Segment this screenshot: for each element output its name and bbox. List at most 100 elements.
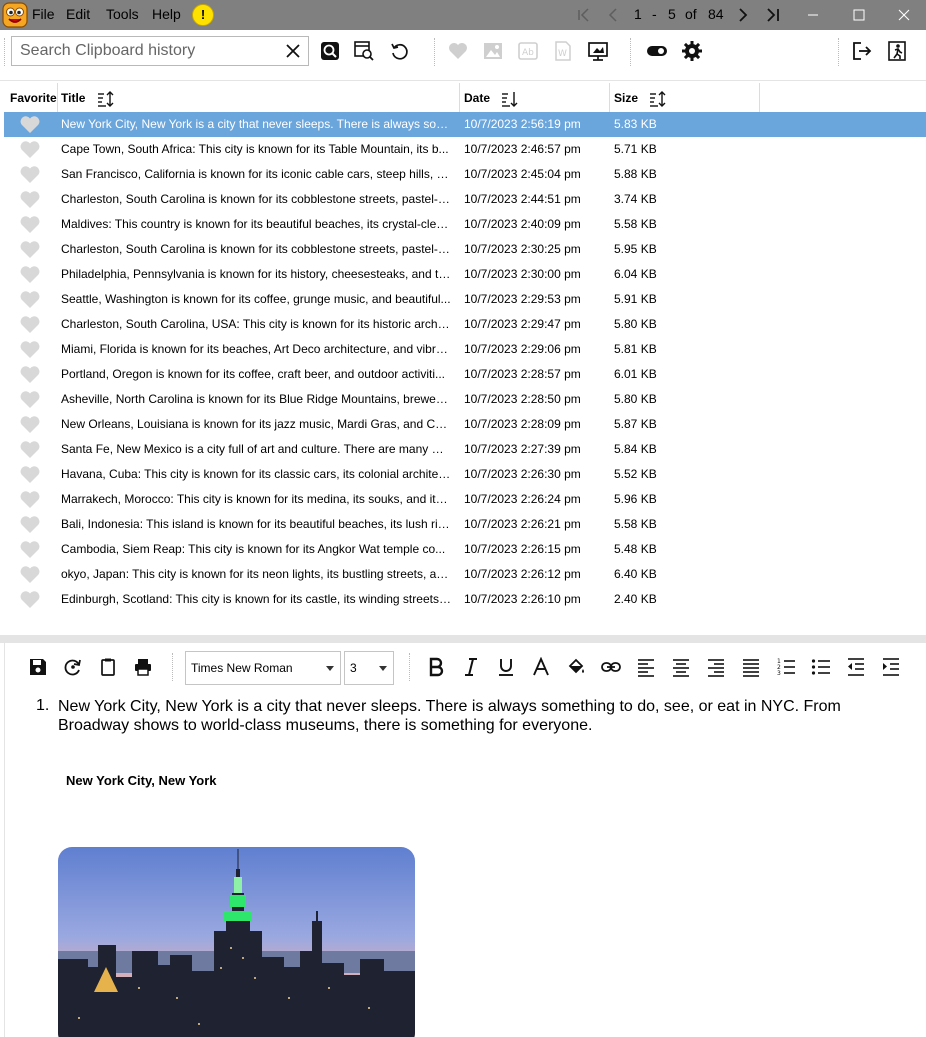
- row-date: 10/7/2023 2:30:25 pm: [464, 242, 581, 256]
- logout-icon[interactable]: [851, 40, 873, 62]
- table-row[interactable]: Charleston, South Carolina, USA: This ci…: [4, 312, 926, 337]
- table-row[interactable]: San Francisco, California is known for i…: [4, 162, 926, 187]
- font-size-select[interactable]: 3: [344, 651, 394, 685]
- column-header-favorite[interactable]: Favorite: [4, 83, 58, 113]
- exit-door-icon[interactable]: [886, 40, 908, 62]
- align-justify-icon[interactable]: [741, 657, 761, 677]
- favorite-heart-icon[interactable]: [19, 165, 41, 184]
- table-row[interactable]: Maldives: This country is known for its …: [4, 212, 926, 237]
- favorite-heart-icon[interactable]: [19, 565, 41, 584]
- favorite-heart-icon[interactable]: [19, 390, 41, 409]
- maximize-icon[interactable]: [836, 0, 882, 30]
- pane-splitter[interactable]: [0, 635, 926, 643]
- table-row[interactable]: Cape Town, South Africa: This city is kn…: [4, 137, 926, 162]
- sort-icon[interactable]: [649, 90, 667, 107]
- sort-descending-icon[interactable]: [501, 91, 519, 107]
- row-size: 5.87 KB: [614, 417, 657, 431]
- print-icon[interactable]: [133, 657, 153, 677]
- favorite-heart-icon[interactable]: [19, 140, 41, 159]
- column-header-title[interactable]: Title: [55, 83, 460, 113]
- table-row[interactable]: okyo, Japan: This city is known for its …: [4, 562, 926, 587]
- outdent-icon[interactable]: [846, 657, 866, 677]
- page-range-start: 1: [634, 6, 642, 22]
- link-icon[interactable]: [601, 657, 621, 677]
- screenshot-icon[interactable]: [587, 40, 609, 62]
- align-center-icon[interactable]: [671, 657, 691, 677]
- menu-tools[interactable]: Tools: [100, 0, 145, 30]
- document-content[interactable]: 1. New York City, New York is a city tha…: [5, 693, 926, 1037]
- reload-icon[interactable]: [63, 657, 83, 677]
- table-row[interactable]: Charleston, South Carolina is known for …: [4, 237, 926, 262]
- table-row[interactable]: Santa Fe, New Mexico is a city full of a…: [4, 437, 926, 462]
- sort-icon[interactable]: [97, 90, 115, 107]
- favorite-heart-icon[interactable]: [19, 465, 41, 484]
- favorite-heart-icon[interactable]: [19, 265, 41, 284]
- bullet-list-icon[interactable]: [811, 657, 831, 677]
- fill-color-icon[interactable]: [566, 657, 586, 677]
- refresh-icon[interactable]: [389, 40, 411, 62]
- first-page-icon[interactable]: [574, 5, 594, 25]
- table-row[interactable]: Charleston, South Carolina is known for …: [4, 187, 926, 212]
- table-row[interactable]: Edinburgh, Scotland: This city is known …: [4, 587, 926, 612]
- image-filter-icon[interactable]: [482, 40, 504, 62]
- text-filter-icon[interactable]: Ab: [517, 40, 539, 62]
- minimize-icon[interactable]: [790, 0, 836, 30]
- toggle-icon[interactable]: [646, 40, 668, 62]
- favorite-heart-icon[interactable]: [447, 40, 469, 62]
- advanced-search-icon[interactable]: [353, 40, 375, 62]
- numbered-list-icon[interactable]: 123: [776, 657, 796, 677]
- column-header-size[interactable]: Size: [608, 83, 760, 113]
- menu-edit[interactable]: Edit: [60, 0, 96, 30]
- favorite-heart-icon[interactable]: [19, 415, 41, 434]
- search-icon[interactable]: [319, 40, 341, 62]
- favorite-heart-icon[interactable]: [19, 490, 41, 509]
- previous-page-icon[interactable]: [603, 5, 623, 25]
- table-row[interactable]: Philadelphia, Pennsylvania is known for …: [4, 262, 926, 287]
- underline-icon[interactable]: [496, 657, 516, 677]
- table-row[interactable]: New York City, New York is a city that n…: [4, 112, 926, 137]
- favorite-heart-icon[interactable]: [19, 290, 41, 309]
- last-page-icon[interactable]: [763, 5, 783, 25]
- table-row[interactable]: Havana, Cuba: This city is known for its…: [4, 462, 926, 487]
- favorite-heart-icon[interactable]: [19, 215, 41, 234]
- table-row[interactable]: Bali, Indonesia: This island is known fo…: [4, 512, 926, 537]
- next-page-icon[interactable]: [733, 5, 753, 25]
- clipboard-icon[interactable]: [98, 657, 118, 677]
- favorite-heart-icon[interactable]: [19, 590, 41, 609]
- font-color-icon[interactable]: [531, 657, 551, 677]
- font-family-select[interactable]: Times New Roman: [185, 651, 341, 685]
- menu-file[interactable]: File: [26, 0, 61, 30]
- favorite-heart-icon[interactable]: [19, 115, 41, 134]
- favorite-heart-icon[interactable]: [19, 240, 41, 259]
- menu-help[interactable]: Help: [146, 0, 187, 30]
- toolbar-grip: [409, 653, 411, 681]
- favorite-heart-icon[interactable]: [19, 190, 41, 209]
- indent-icon[interactable]: [881, 657, 901, 677]
- italic-icon[interactable]: [461, 657, 481, 677]
- close-window-icon[interactable]: [880, 0, 926, 30]
- gear-icon[interactable]: [681, 40, 703, 62]
- align-right-icon[interactable]: [706, 657, 726, 677]
- table-row[interactable]: Cambodia, Siem Reap: This city is known …: [4, 537, 926, 562]
- align-left-icon[interactable]: [636, 657, 656, 677]
- column-header-date[interactable]: Date: [458, 83, 610, 113]
- save-icon[interactable]: [28, 657, 48, 677]
- favorite-heart-icon[interactable]: [19, 540, 41, 559]
- search-input[interactable]: [12, 37, 280, 65]
- table-row[interactable]: New Orleans, Louisiana is known for its …: [4, 412, 926, 437]
- favorite-heart-icon[interactable]: [19, 515, 41, 534]
- table-row[interactable]: Marrakech, Morocco: This city is known f…: [4, 487, 926, 512]
- bold-icon[interactable]: [426, 657, 446, 677]
- row-date: 10/7/2023 2:30:00 pm: [464, 267, 581, 281]
- favorite-heart-icon[interactable]: [19, 315, 41, 334]
- table-row[interactable]: Asheville, North Carolina is known for i…: [4, 387, 926, 412]
- table-row[interactable]: Miami, Florida is known for its beaches,…: [4, 337, 926, 362]
- favorite-heart-icon[interactable]: [19, 365, 41, 384]
- favorite-heart-icon[interactable]: [19, 340, 41, 359]
- word-filter-icon[interactable]: W: [552, 40, 574, 62]
- table-row[interactable]: Portland, Oregon is known for its coffee…: [4, 362, 926, 387]
- alert-icon[interactable]: !: [192, 4, 214, 26]
- favorite-heart-icon[interactable]: [19, 440, 41, 459]
- table-row[interactable]: Seattle, Washington is known for its cof…: [4, 287, 926, 312]
- clear-search-icon[interactable]: [284, 42, 302, 60]
